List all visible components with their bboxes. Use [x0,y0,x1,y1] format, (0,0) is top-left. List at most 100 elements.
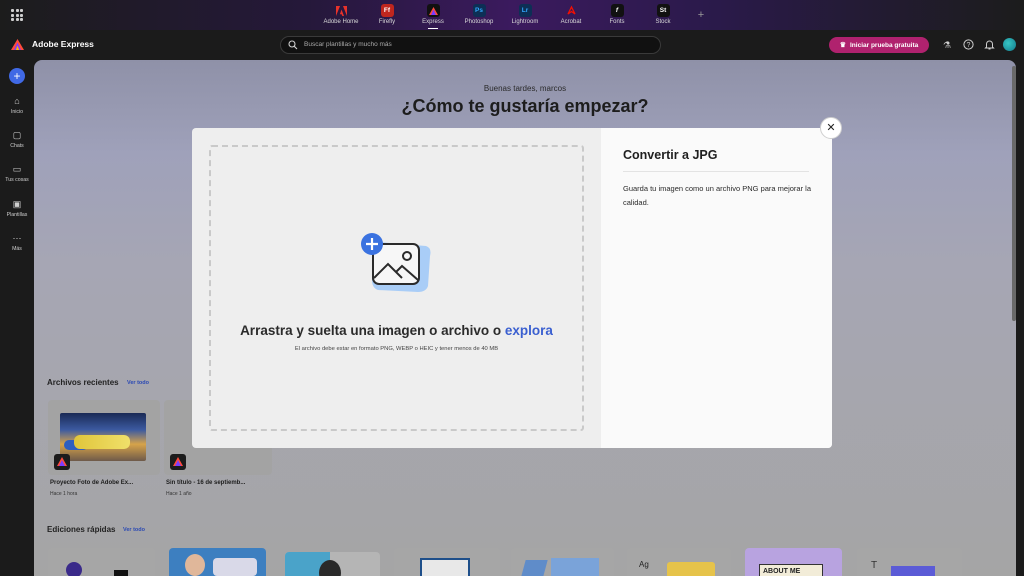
quick-edit-art [66,562,82,576]
express-icon [426,4,440,17]
home-icon: ⌂ [14,96,20,106]
app-label: Stock [655,19,671,25]
quick-edit-art [520,560,548,576]
app-firefly[interactable]: Ff Firefly [364,0,410,30]
rail-label: Plantillas [6,212,28,218]
rail-item-inicio[interactable]: ⌂ Inicio [0,96,34,115]
file-thumbnail [60,413,146,461]
quick-edits-title: Ediciones rápidas [47,525,116,534]
app-acrobat[interactable]: Acrobat [548,0,594,30]
trial-label: Iniciar prueba gratuita [850,41,919,49]
app-switcher-bar: Adobe Home Ff Firefly Express Ps Photosh… [0,0,1024,30]
file-meta: Hace 1 año [166,491,192,497]
acrobat-icon [565,4,578,17]
more-icon: ⋯ [12,233,22,243]
fonts-icon: f [610,4,624,17]
flask-icon[interactable]: ⚗ [941,39,953,51]
search-placeholder[interactable]: Buscar plantillas y mucho más [304,41,392,48]
app-photoshop[interactable]: Ps Photoshop [456,0,502,30]
left-rail: + ⌂ Inicio ▢ Chats ▭ Tus cosas ▣ Plantil… [0,60,34,576]
photoshop-icon: Ps [472,4,486,17]
start-trial-button[interactable]: ♛ Iniciar prueba gratuita [829,37,929,53]
search-bar[interactable]: Buscar plantillas y mucho más [280,36,661,54]
express-badge-icon [54,454,70,470]
app-list: Adobe Home Ff Firefly Express Ps Photosh… [318,0,716,30]
top-header: Adobe Express Buscar plantillas y mucho … [0,30,1024,60]
recent-files-title: Archivos recientes [47,378,119,387]
search-icon [288,40,298,50]
app-label: Adobe Home [323,19,359,25]
rail-item-chats[interactable]: ▢ Chats [0,130,34,149]
rail-item-mas[interactable]: ⋯ Más [0,233,34,252]
add-image-icon [361,233,431,292]
browse-link[interactable]: explora [505,323,553,338]
brand-name[interactable]: Adobe Express [32,39,94,49]
bell-icon[interactable] [983,39,995,51]
app-label: Photoshop [464,19,494,25]
recent-view-all-link[interactable]: Ver todo [127,380,149,386]
app-stock[interactable]: St Stock [640,0,686,30]
app-grid-icon[interactable] [11,9,23,21]
quick-edit-art [551,558,599,576]
quick-edit-card[interactable]: T [857,548,962,576]
quick-edit-card[interactable] [394,548,500,576]
firefly-icon: Ff [380,4,394,17]
quick-edit-art [891,566,935,576]
divider [623,171,809,172]
rail-label: Inicio [10,109,24,115]
file-name[interactable]: Proyecto Foto de Adobe Ex... [50,480,133,486]
drop-zone-subtitle: El archivo debe estar en formato PNG, WE… [294,346,499,352]
adobe-express-logo-icon[interactable] [11,39,24,50]
rail-label: Chats [10,143,24,149]
quick-edit-art [185,554,205,576]
quick-edit-card[interactable]: ABOUT ME [745,548,842,576]
rail-label: Más [12,246,22,252]
rail-label: Tus cosas [5,177,29,183]
svg-text:?: ? [966,42,970,49]
templates-icon: ▣ [12,199,22,209]
app-label: Express [422,19,444,25]
express-badge-icon [170,454,186,470]
stock-icon: St [656,4,670,17]
page-title: ¿Cómo te gustaría empezar? [401,96,649,116]
quick-edit-card[interactable] [285,552,380,576]
dialog-title: Convertir a JPG [623,148,718,162]
scrollbar[interactable] [1012,66,1016,321]
app-lightroom[interactable]: Lr Lightroom [502,0,548,30]
create-new-button[interactable]: + [9,68,25,84]
quick-edit-art [114,570,128,576]
help-icon[interactable]: ? [962,39,974,51]
car-shape [74,435,130,449]
quick-edit-card[interactable] [48,548,155,576]
quick-view-all-link[interactable]: Ver todo [123,527,145,533]
convert-to-jpg-dialog: Arrastra y suelta una imagen o archivo o… [192,128,832,448]
app-label: Firefly [378,19,396,25]
text-icon: T [871,560,878,571]
file-name[interactable]: Sin título - 16 de septiemb... [166,480,245,486]
rail-item-plantillas[interactable]: ▣ Plantillas [0,199,34,218]
qr-code-icon [420,558,470,576]
greeting: Buenas tardes, marcos [483,84,567,93]
app-express[interactable]: Express [410,0,456,30]
lightroom-icon: Lr [518,4,532,17]
quick-edit-text: ABOUT ME [763,568,801,575]
quick-edit-card[interactable]: Ag [627,548,731,576]
quick-edit-art [319,560,341,576]
app-adobe-home[interactable]: Adobe Home [318,0,364,30]
quick-edit-card[interactable] [511,548,614,576]
crown-icon: ♛ [839,42,846,49]
quick-edit-card[interactable] [169,548,266,576]
rail-item-tus-cosas[interactable]: ▭ Tus cosas [0,164,34,183]
quick-edit-art [667,562,715,576]
chat-icon: ▢ [12,130,22,140]
close-icon[interactable]: ✕ [820,117,842,139]
recent-file-card[interactable] [48,400,160,475]
app-fonts[interactable]: f Fonts [594,0,640,30]
file-meta: Hace 1 hora [50,491,78,497]
add-app-button[interactable]: + [686,0,716,30]
app-label: Lightroom [511,19,539,25]
avatar[interactable] [1003,38,1016,51]
folder-icon: ▭ [12,164,22,174]
quick-edit-art [213,558,257,576]
drop-zone-title: Arrastra y suelta una imagen o archivo o… [192,323,601,338]
